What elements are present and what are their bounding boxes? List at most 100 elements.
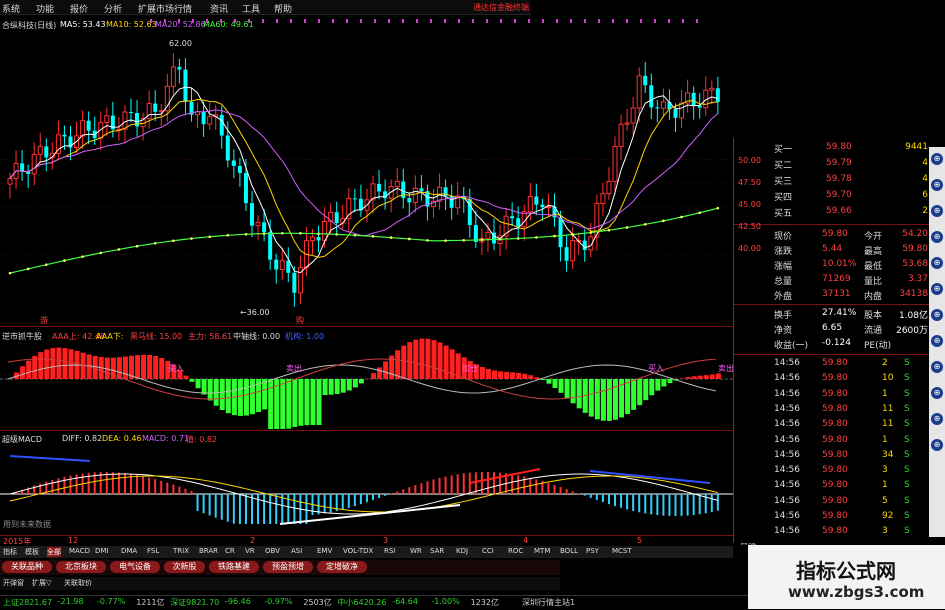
side-toolbar: ⊕ ⊕ ⊕ ⊕ ⊕ ⊕ ⊕ ⊕ ⊕ ⊕ ⊕ ⊕ [929, 147, 945, 537]
indicator-tab[interactable]: PSY [586, 547, 599, 555]
indicator-bar [407, 342, 412, 379]
menu-extended-market[interactable]: 扩展市场行情 [138, 2, 192, 15]
tick-direction: S [904, 435, 910, 445]
menu-analysis[interactable]: 分析 [104, 2, 122, 15]
indicator-tab[interactable]: MACD [69, 547, 90, 555]
signal-tick [668, 19, 670, 23]
candle [649, 85, 653, 107]
indicator-tab[interactable]: CR [225, 547, 235, 555]
sector-pill[interactable]: 铁路基建 [209, 561, 259, 573]
indicator-bar [504, 372, 509, 379]
indicator-panel-1[interactable]: 逆市抓牛股 AAA上: 42.48 AAA下: 黑马线: 15.00 主力: 5… [0, 326, 733, 431]
sector-pill[interactable]: 电气设备 [110, 561, 160, 573]
tick-price: 59.80 [822, 511, 848, 521]
quote-value: 37131 [822, 289, 851, 299]
indicator-tab[interactable]: BRAR [199, 547, 218, 555]
indicator-tab[interactable]: TRIX [173, 547, 189, 555]
quote-key: 现价 [774, 229, 792, 242]
indicator-tab[interactable]: EMV [317, 547, 332, 555]
indicator-tab[interactable]: KDJ [456, 547, 468, 555]
side-button[interactable]: ⊕ [931, 387, 943, 399]
quote-key: 涨跌 [774, 244, 792, 257]
indicator-tab[interactable]: MTM [534, 547, 550, 555]
indicator-bar [510, 372, 515, 379]
sector-pill[interactable]: 北京板块 [56, 561, 106, 573]
signal-tick [556, 19, 558, 23]
tick-volume: 11 [882, 419, 893, 429]
extend-tab[interactable]: 扩展▽ [32, 578, 51, 588]
indicator-tab[interactable]: ROC [508, 547, 523, 555]
sector-pill[interactable]: 定增破净 [317, 561, 367, 573]
menu-function[interactable]: 功能 [36, 2, 54, 15]
indicator-bar [710, 374, 715, 379]
signal-tick [444, 19, 446, 23]
sector-pill[interactable]: 关联品种 [2, 561, 52, 573]
menu-tools[interactable]: 工具 [242, 2, 260, 15]
indicator-bar [317, 379, 322, 425]
indicator-bar [280, 379, 285, 429]
candle [274, 260, 278, 270]
side-button[interactable]: ⊕ [931, 283, 943, 295]
candle [601, 194, 605, 204]
candle [377, 184, 381, 191]
indicator-bar [528, 375, 533, 379]
indicator-tab[interactable]: OBV [265, 547, 280, 555]
sector-pill[interactable]: 预盈预增 [263, 561, 313, 573]
indicator-bar [559, 379, 564, 393]
price-chart[interactable]: 合纵科技(日线) MA5: 53.43 MA10: 52.63 MA20: 52… [0, 15, 733, 325]
candle [571, 241, 575, 261]
tick-time: 14:56 [774, 435, 800, 445]
menu-help[interactable]: 帮助 [274, 2, 292, 15]
indicator-tab[interactable]: 全部 [47, 547, 61, 557]
indicator-panel-2[interactable]: 超级MACD DIFF: 0.82 DEA: 0.46 MACD: 0.71 值… [0, 430, 733, 536]
time-label: 3 [383, 536, 388, 545]
side-button[interactable]: ⊕ [931, 335, 943, 347]
indicator-bar [250, 379, 255, 414]
status-item: 深证9821.70 [170, 597, 219, 608]
indicator-tab[interactable]: DMA [121, 547, 137, 555]
tick-price: 59.80 [822, 435, 848, 445]
side-button[interactable]: ⊕ [931, 257, 943, 269]
popup-tab[interactable]: 开弹窗 [3, 578, 24, 588]
indicator-bar [69, 349, 74, 379]
side-button[interactable]: ⊕ [931, 361, 943, 373]
ma60-dot [426, 239, 429, 242]
indicator-tab[interactable]: RSI [384, 547, 395, 555]
indicator-bar [190, 379, 195, 382]
indicator-tab[interactable]: CCI [482, 547, 494, 555]
candle [256, 222, 260, 225]
menu-news[interactable]: 资讯 [210, 2, 228, 15]
indicator-tab[interactable]: 指标 [3, 547, 17, 557]
indicator-tab[interactable]: VOL-TDX [343, 547, 373, 555]
indicator-tab[interactable]: DMI [95, 547, 109, 555]
indicator-tab[interactable]: FSL [147, 547, 159, 555]
tick-price: 59.80 [822, 526, 848, 536]
side-button[interactable]: ⊕ [931, 153, 943, 165]
stat-value: 6.65 [822, 323, 842, 333]
status-item: -21.98 [58, 597, 84, 606]
indicator-tab[interactable]: SAR [430, 547, 444, 555]
indicator-tab[interactable]: VR [245, 547, 255, 555]
indicator-tab[interactable]: WR [410, 547, 422, 555]
side-button[interactable]: ⊕ [931, 205, 943, 217]
indicator-tab[interactable]: MCST [612, 547, 632, 555]
tick-price: 59.80 [822, 404, 848, 414]
menu-system[interactable]: 系统 [2, 2, 20, 15]
indicator-bar [371, 373, 376, 379]
related-quote-tab[interactable]: 关联取价 [64, 578, 92, 588]
tick-time: 14:56 [774, 511, 800, 521]
sector-pill[interactable]: 次新股 [164, 561, 205, 573]
indicator-tab[interactable]: BOLL [560, 547, 578, 555]
side-button[interactable]: ⊕ [931, 439, 943, 451]
quote-key: 今开 [864, 229, 882, 242]
side-button[interactable]: ⊕ [931, 413, 943, 425]
signal-tick [612, 19, 614, 23]
menu-quote[interactable]: 报价 [70, 2, 88, 15]
indicator-tab[interactable]: 模板 [25, 547, 39, 557]
book-axis-label: 50.00 [738, 156, 761, 165]
side-button[interactable]: ⊕ [931, 309, 943, 321]
side-button[interactable]: ⊕ [931, 231, 943, 243]
side-button[interactable]: ⊕ [931, 179, 943, 191]
indicator-tab[interactable]: ASI [291, 547, 302, 555]
tick-direction: S [904, 419, 910, 429]
